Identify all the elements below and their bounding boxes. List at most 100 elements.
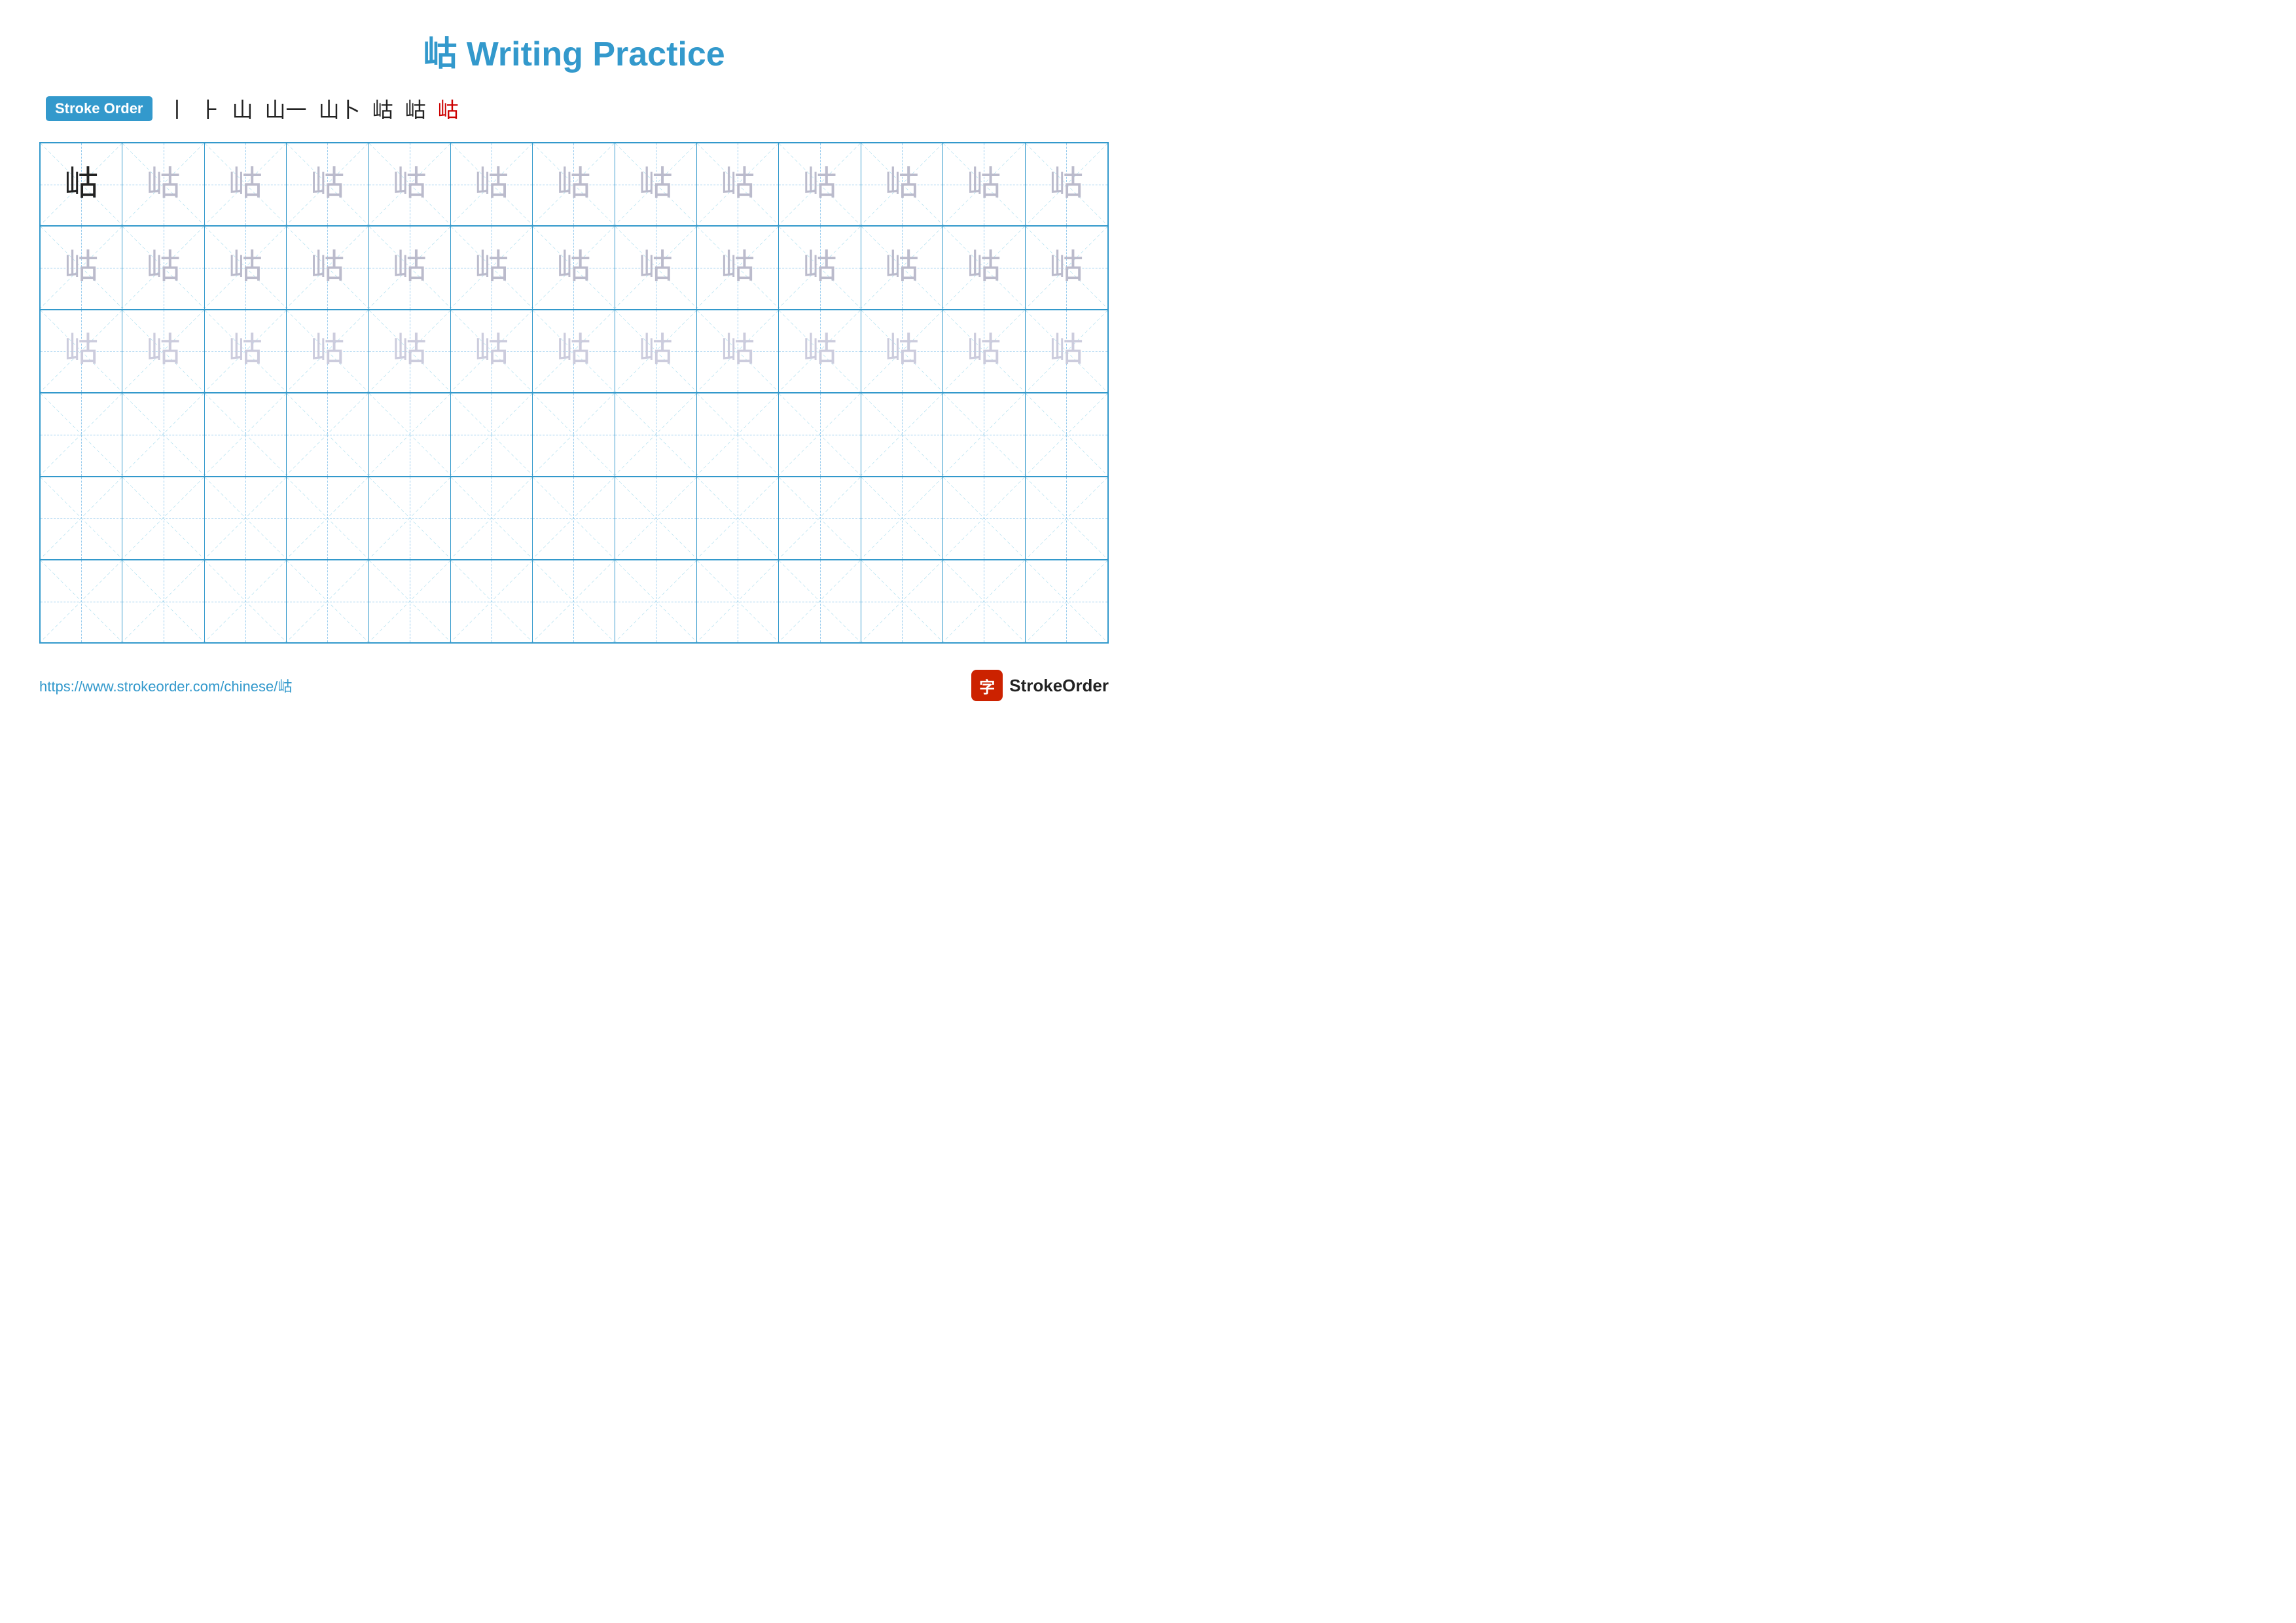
grid-cell[interactable] — [943, 393, 1025, 475]
grid-cell[interactable] — [697, 393, 779, 475]
cell-character: 岵 — [228, 251, 262, 285]
grid-cell[interactable]: 岵 — [451, 227, 533, 308]
grid-cell[interactable] — [861, 393, 943, 475]
grid-cell[interactable] — [1026, 393, 1107, 475]
grid-cell[interactable] — [41, 477, 122, 559]
grid-cell[interactable]: 岵 — [451, 143, 533, 225]
grid-row-0: 岵岵岵岵岵岵岵岵岵岵岵岵岵 — [41, 143, 1107, 227]
grid-cell[interactable]: 岵 — [943, 310, 1025, 392]
grid-cell[interactable]: 岵 — [41, 143, 122, 225]
grid-cell[interactable]: 岵 — [533, 143, 615, 225]
stroke-sequence: 丨⺊山山一山卜岵岵岵 — [167, 94, 459, 124]
grid-cell[interactable] — [697, 560, 779, 642]
grid-cell[interactable]: 岵 — [369, 227, 451, 308]
grid-cell[interactable] — [369, 560, 451, 642]
grid-cell[interactable] — [1026, 477, 1107, 559]
stroke-step-5: 岵 — [372, 94, 393, 124]
grid-cell[interactable]: 岵 — [205, 310, 287, 392]
grid-cell[interactable]: 岵 — [287, 227, 368, 308]
grid-cell[interactable] — [615, 560, 697, 642]
grid-row-5 — [41, 560, 1107, 642]
grid-cell[interactable] — [41, 393, 122, 475]
cell-character: 岵 — [147, 168, 181, 202]
footer-url[interactable]: https://www.strokeorder.com/chinese/岵 — [39, 675, 292, 696]
grid-cell[interactable]: 岵 — [1026, 310, 1107, 392]
grid-cell[interactable]: 岵 — [369, 310, 451, 392]
grid-cell[interactable]: 岵 — [615, 143, 697, 225]
cell-character: 岵 — [1049, 334, 1083, 368]
grid-cell[interactable]: 岵 — [533, 310, 615, 392]
stroke-step-3: 山一 — [265, 94, 307, 124]
logo-icon: 字 — [971, 670, 1003, 701]
cell-character: 岵 — [475, 251, 509, 285]
grid-row-2: 岵岵岵岵岵岵岵岵岵岵岵岵岵 — [41, 310, 1107, 393]
grid-cell[interactable]: 岵 — [697, 310, 779, 392]
grid-cell[interactable] — [615, 393, 697, 475]
stroke-step-1: ⺊ — [200, 94, 221, 124]
grid-cell[interactable]: 岵 — [205, 143, 287, 225]
grid-cell[interactable]: 岵 — [122, 143, 204, 225]
grid-cell[interactable]: 岵 — [861, 310, 943, 392]
grid-cell[interactable]: 岵 — [1026, 227, 1107, 308]
practice-grid: 岵岵岵岵岵岵岵岵岵岵岵岵岵岵岵岵岵岵岵岵岵岵岵岵岵岵岵岵岵岵岵岵岵岵岵岵岵岵岵 — [39, 142, 1109, 644]
grid-cell[interactable] — [287, 560, 368, 642]
grid-cell[interactable] — [287, 393, 368, 475]
grid-cell[interactable] — [533, 393, 615, 475]
grid-cell[interactable]: 岵 — [287, 310, 368, 392]
grid-cell[interactable]: 岵 — [861, 143, 943, 225]
grid-cell[interactable] — [205, 393, 287, 475]
cell-character: 岵 — [967, 251, 1001, 285]
grid-cell[interactable] — [369, 393, 451, 475]
cell-character: 岵 — [147, 251, 181, 285]
cell-character: 岵 — [147, 334, 181, 368]
grid-cell[interactable] — [1026, 560, 1107, 642]
cell-character: 岵 — [967, 334, 1001, 368]
grid-cell[interactable]: 岵 — [779, 143, 861, 225]
grid-cell[interactable]: 岵 — [122, 227, 204, 308]
grid-cell[interactable]: 岵 — [697, 143, 779, 225]
grid-cell[interactable]: 岵 — [779, 310, 861, 392]
cell-character: 岵 — [310, 251, 344, 285]
grid-cell[interactable] — [287, 477, 368, 559]
grid-cell[interactable] — [779, 560, 861, 642]
grid-cell[interactable] — [41, 560, 122, 642]
grid-cell[interactable] — [533, 477, 615, 559]
grid-cell[interactable] — [943, 560, 1025, 642]
grid-cell[interactable]: 岵 — [779, 227, 861, 308]
grid-cell[interactable]: 岵 — [615, 310, 697, 392]
grid-cell[interactable]: 岵 — [41, 227, 122, 308]
cell-character: 岵 — [885, 168, 919, 202]
grid-cell[interactable]: 岵 — [533, 227, 615, 308]
grid-cell[interactable] — [451, 477, 533, 559]
grid-cell[interactable]: 岵 — [41, 310, 122, 392]
grid-cell[interactable] — [122, 560, 204, 642]
grid-row-4 — [41, 477, 1107, 560]
grid-cell[interactable]: 岵 — [943, 227, 1025, 308]
grid-cell[interactable] — [205, 477, 287, 559]
grid-cell[interactable] — [779, 477, 861, 559]
grid-cell[interactable]: 岵 — [369, 143, 451, 225]
grid-cell[interactable] — [122, 477, 204, 559]
cell-character: 岵 — [556, 334, 590, 368]
grid-cell[interactable] — [205, 560, 287, 642]
grid-cell[interactable] — [861, 560, 943, 642]
grid-cell[interactable] — [122, 393, 204, 475]
grid-cell[interactable]: 岵 — [205, 227, 287, 308]
grid-cell[interactable]: 岵 — [943, 143, 1025, 225]
grid-cell[interactable]: 岵 — [615, 227, 697, 308]
grid-cell[interactable] — [533, 560, 615, 642]
grid-cell[interactable] — [451, 393, 533, 475]
grid-cell[interactable] — [943, 477, 1025, 559]
grid-cell[interactable]: 岵 — [697, 227, 779, 308]
grid-cell[interactable]: 岵 — [451, 310, 533, 392]
grid-cell[interactable] — [615, 477, 697, 559]
grid-cell[interactable]: 岵 — [122, 310, 204, 392]
grid-cell[interactable]: 岵 — [1026, 143, 1107, 225]
grid-cell[interactable] — [779, 393, 861, 475]
grid-cell[interactable] — [697, 477, 779, 559]
grid-cell[interactable]: 岵 — [861, 227, 943, 308]
grid-cell[interactable] — [861, 477, 943, 559]
grid-cell[interactable] — [451, 560, 533, 642]
grid-cell[interactable] — [369, 477, 451, 559]
grid-cell[interactable]: 岵 — [287, 143, 368, 225]
